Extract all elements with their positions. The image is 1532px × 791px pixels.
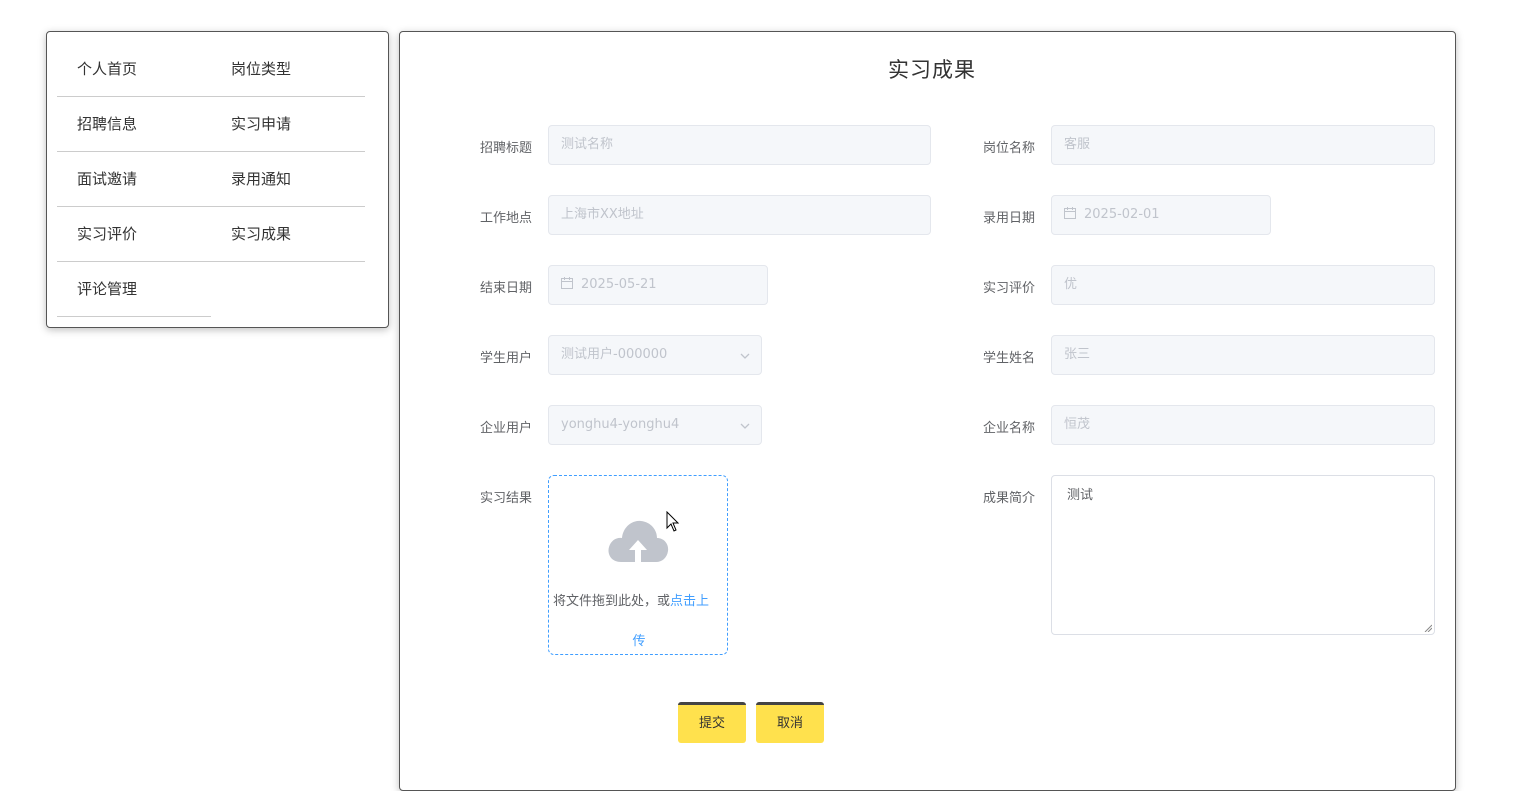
menu-item-comment-manage[interactable]: 评论管理 <box>57 262 211 317</box>
hire-date-value: 2025-02-01 <box>1084 207 1160 222</box>
company-user-select[interactable]: yonghu4-yonghu4 <box>548 405 762 445</box>
upload-link[interactable]: 点击上 <box>670 594 709 609</box>
evaluation-input[interactable]: 优 <box>1051 265 1435 305</box>
evaluation-value: 优 <box>1064 277 1078 292</box>
side-menu: 个人首页 岗位类型 招聘信息 实习申请 面试邀请 录用通知 实习评价 实习成果 … <box>46 31 389 328</box>
end-date-value: 2025-05-21 <box>581 277 657 292</box>
position-name-value: 客服 <box>1064 137 1091 152</box>
menu-item-position-type[interactable]: 岗位类型 <box>211 42 365 97</box>
upload-cloud-icon <box>608 520 669 566</box>
result-file-label: 实习结果 <box>480 491 533 506</box>
evaluation-label: 实习评价 <box>983 281 1036 296</box>
result-intro-textarea[interactable]: 测试 <box>1051 475 1435 635</box>
menu-item-home[interactable]: 个人首页 <box>57 42 211 97</box>
company-name-input[interactable]: 恒茂 <box>1051 405 1435 445</box>
chevron-down-icon <box>740 353 750 359</box>
recruit-title-value: 测试名称 <box>561 137 614 152</box>
menu-item-recruit-info[interactable]: 招聘信息 <box>57 97 211 152</box>
upload-hint-text: 将文件拖到此处，或 <box>553 594 671 609</box>
end-date-label: 结束日期 <box>480 281 533 296</box>
calendar-icon <box>561 277 573 289</box>
work-location-input[interactable]: 上海市XX地址 <box>548 195 931 235</box>
company-name-value: 恒茂 <box>1064 417 1091 432</box>
student-user-value: 测试用户-000000 <box>561 347 668 362</box>
company-name-label: 企业名称 <box>983 421 1036 436</box>
cancel-button[interactable]: 取消 <box>756 702 824 743</box>
form-panel: 实习成果 招聘标题 测试名称 岗位名称 客服 工作地点 上海市XX地址 录用日期… <box>399 31 1456 791</box>
work-location-label: 工作地点 <box>480 211 533 226</box>
position-name-input[interactable]: 客服 <box>1051 125 1435 165</box>
page-title: 实习成果 <box>888 58 976 82</box>
company-user-label: 企业用户 <box>480 421 533 436</box>
menu-item-internship-result[interactable]: 实习成果 <box>211 207 365 262</box>
work-location-value: 上海市XX地址 <box>561 207 644 222</box>
student-user-select[interactable]: 测试用户-000000 <box>548 335 762 375</box>
recruit-title-label: 招聘标题 <box>480 141 533 156</box>
submit-button[interactable]: 提交 <box>678 702 746 743</box>
menu-item-interview-invite[interactable]: 面试邀请 <box>57 152 211 207</box>
file-upload-dropzone[interactable]: 将文件拖到此处，或点击上 传 <box>548 475 728 655</box>
mouse-cursor-icon <box>666 511 680 532</box>
position-name-label: 岗位名称 <box>983 141 1036 156</box>
student-name-value: 张三 <box>1064 347 1091 362</box>
company-user-value: yonghu4-yonghu4 <box>561 417 680 432</box>
result-intro-label: 成果简介 <box>983 491 1036 506</box>
menu-item-hire-notice[interactable]: 录用通知 <box>211 152 365 207</box>
menu-item-internship-eval[interactable]: 实习评价 <box>57 207 211 262</box>
upload-link-continued[interactable]: 传 <box>553 632 725 652</box>
end-date-picker[interactable]: 2025-05-21 <box>548 265 768 305</box>
student-user-label: 学生用户 <box>480 351 533 366</box>
result-intro-value: 测试 <box>1067 488 1094 503</box>
recruit-title-input[interactable]: 测试名称 <box>548 125 931 165</box>
student-name-label: 学生姓名 <box>983 351 1036 366</box>
upload-hint: 将文件拖到此处，或点击上 传 <box>553 592 725 652</box>
calendar-icon <box>1064 207 1076 219</box>
student-name-input[interactable]: 张三 <box>1051 335 1435 375</box>
hire-date-label: 录用日期 <box>983 211 1036 226</box>
resize-grip-icon[interactable] <box>1424 624 1432 632</box>
menu-item-internship-apply[interactable]: 实习申请 <box>211 97 365 152</box>
hire-date-picker[interactable]: 2025-02-01 <box>1051 195 1271 235</box>
chevron-down-icon <box>740 423 750 429</box>
